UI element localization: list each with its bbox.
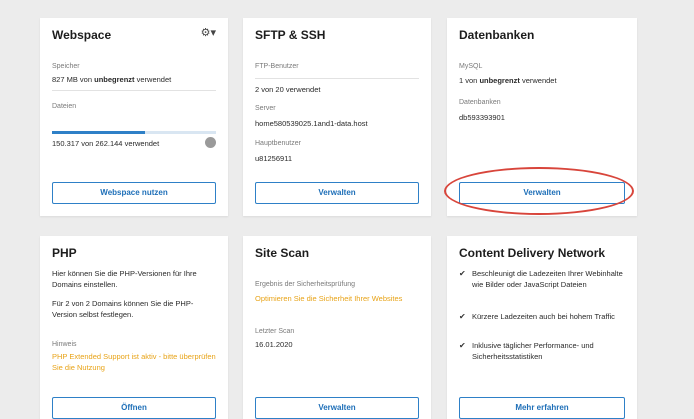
cdn-title: Content Delivery Network bbox=[459, 246, 606, 260]
cdn-card: Content Delivery Network ✔ Beschleunigt d… bbox=[447, 236, 637, 419]
result-link[interactable]: Optimieren Sie die Sicherheit Ihrer Webs… bbox=[255, 293, 419, 304]
ftp-users-label: FTP-Benutzer bbox=[255, 63, 299, 70]
result-label: Ergebnis der Sicherheitsprüfung bbox=[255, 281, 356, 288]
sftp-card: SFTP & SSH FTP-Benutzer 2 von 20 verwend… bbox=[243, 18, 431, 216]
php-oeffnen-button[interactable]: Öffnen bbox=[52, 397, 216, 419]
sitescan-verwalten-button[interactable]: Verwalten bbox=[255, 397, 419, 419]
cdn-feature-item: ✔ Beschleunigt die Ladezeiten Ihrer Webin… bbox=[459, 269, 623, 289]
sitescan-card: Site Scan Ergebnis der Sicherheitsprüfun… bbox=[243, 236, 431, 419]
ftp-users-value: 2 von 20 verwendet bbox=[255, 85, 321, 94]
databases-title: Datenbanken bbox=[459, 28, 535, 42]
main-user-value: u81256911 bbox=[255, 154, 292, 163]
files-value: 150.317 von 262.144 verwendet bbox=[52, 139, 160, 148]
php-text-2: Für 2 von 2 Domains können Sie die PHP-V… bbox=[52, 299, 194, 319]
cdn-feature-item: ✔ Kürzere Ladezeiten auch bei hohem Traff… bbox=[459, 312, 615, 321]
mehr-erfahren-button[interactable]: Mehr erfahren bbox=[459, 397, 625, 419]
php-card: PHP Hier können Sie die PHP-Versionen fü… bbox=[40, 236, 228, 419]
highlight-ellipse bbox=[444, 167, 634, 215]
mysql-value: 1 von unbegrenzt verwendet bbox=[459, 76, 557, 85]
check-icon: ✔ bbox=[459, 269, 466, 278]
db-label: Datenbanken bbox=[459, 99, 501, 106]
check-icon: ✔ bbox=[459, 341, 466, 350]
sftp-title: SFTP & SSH bbox=[255, 28, 326, 42]
sftp-verwalten-button[interactable]: Verwalten bbox=[255, 182, 419, 204]
php-text-1: Hier können Sie die PHP-Versionen für Ih… bbox=[52, 269, 197, 289]
cdn-feature-item: ✔ Inklusive täglicher Performance- und Si… bbox=[459, 341, 594, 361]
sitescan-title: Site Scan bbox=[255, 246, 310, 260]
check-icon: ✔ bbox=[459, 312, 466, 321]
server-label: Server bbox=[255, 105, 276, 112]
server-value: home580539025.1and1-data.host bbox=[255, 119, 368, 128]
files-progress-fill bbox=[52, 131, 146, 134]
db-value: db593393901 bbox=[459, 113, 505, 122]
hint-label: Hinweis bbox=[52, 341, 77, 348]
mysql-label: MySQL bbox=[459, 63, 483, 70]
storage-value: 827 MB von unbegrenzt verwendet bbox=[52, 75, 172, 84]
storage-label: Speicher bbox=[52, 63, 80, 70]
files-label: Dateien bbox=[52, 103, 77, 110]
divider bbox=[52, 90, 216, 91]
files-progress-bar bbox=[52, 131, 216, 134]
last-scan-label: Letzter Scan bbox=[255, 328, 295, 335]
php-title: PHP bbox=[52, 246, 77, 260]
webspace-nutzen-button[interactable]: Webspace nutzen bbox=[52, 182, 216, 204]
webspace-title: Webspace bbox=[52, 28, 112, 42]
main-user-label: Hauptbenutzer bbox=[255, 140, 301, 147]
info-icon[interactable] bbox=[205, 137, 216, 148]
divider bbox=[255, 78, 419, 79]
webspace-card: Webspace ⚙▾ Speicher 827 MB von unbegren… bbox=[40, 18, 228, 216]
hint-text[interactable]: PHP Extended Support ist aktiv - bitte ü… bbox=[52, 351, 216, 373]
last-scan-value: 16.01.2020 bbox=[255, 340, 293, 349]
gear-icon[interactable]: ⚙▾ bbox=[201, 26, 216, 39]
